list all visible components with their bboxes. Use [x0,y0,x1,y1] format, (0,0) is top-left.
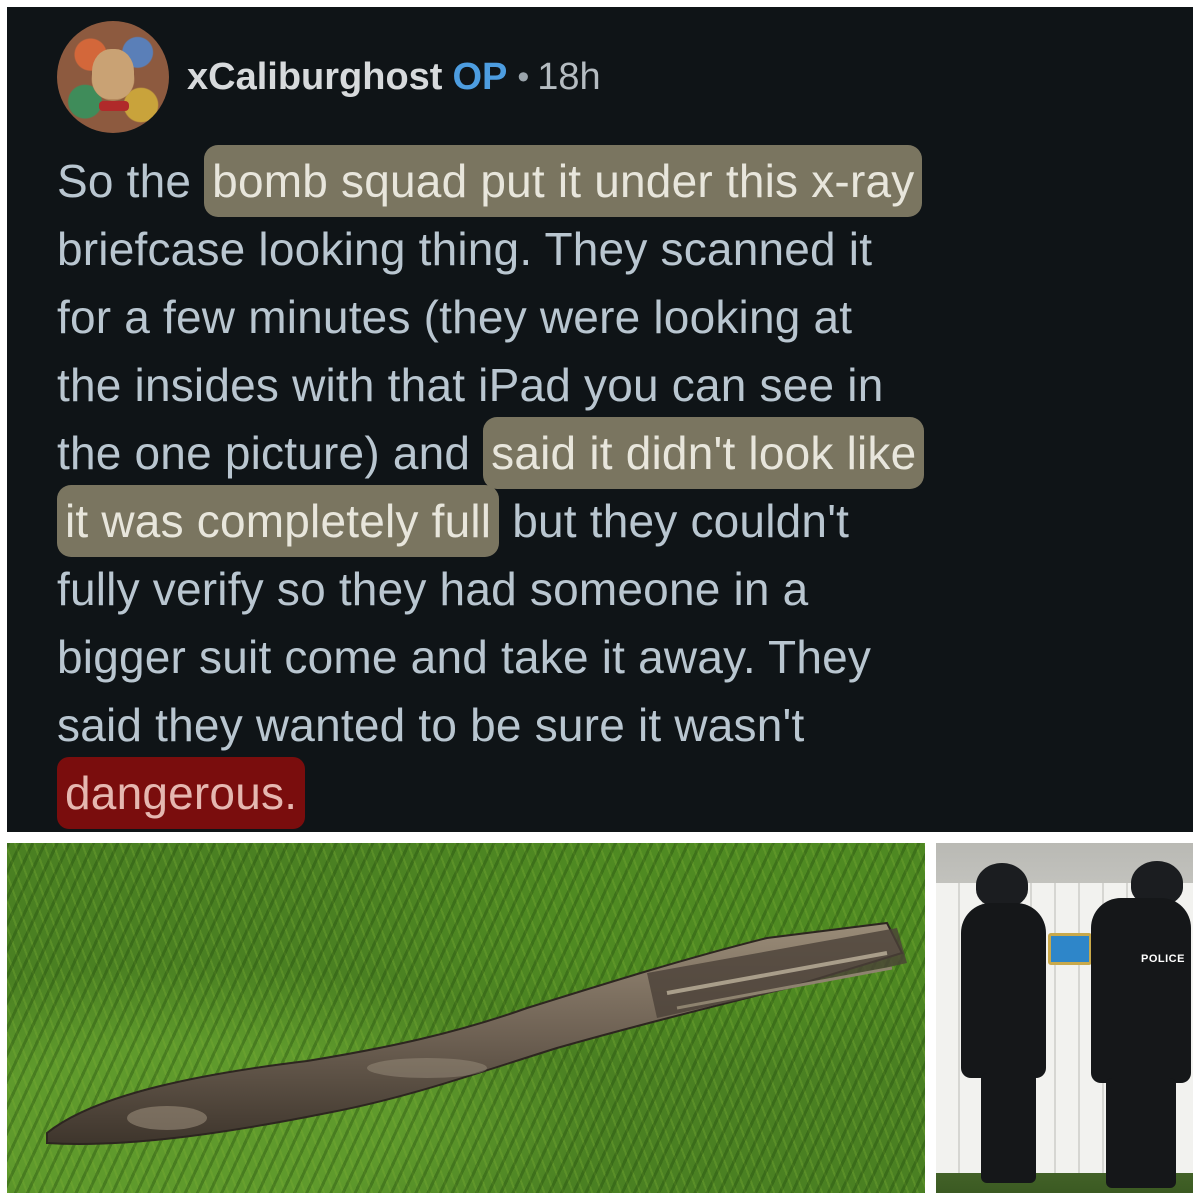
op-badge: OP [452,55,508,98]
highlighted-text: bomb squad put it under this x-ray [204,145,923,217]
officer-helmet-left [976,863,1028,907]
comment-timestamp[interactable]: 18h [537,56,600,99]
comment-text: bigger suit come and take it away. They [57,631,872,683]
comment-text: but they couldn't [499,495,850,547]
officer-left-legs [981,1073,1036,1183]
highlighted-text: said it didn't look like [483,417,925,489]
officer-left [961,903,1046,1078]
comment-line: it was completely full but they couldn't [57,485,1167,557]
highlighted-text-red: dangerous. [57,757,306,829]
comment-line: for a few minutes (they were looking at [57,283,1167,351]
police-label: POLICE [1141,953,1185,965]
comment-line: briefcase looking thing. They scanned it [57,215,1167,283]
comment-line: So the bomb squad put it under this x-ra… [57,145,1167,217]
comment-body: So the bomb squad put it under this x-ra… [57,145,1167,829]
officer-right [1091,898,1191,1083]
tablet-device [1048,933,1092,965]
comment-line: said they wanted to be sure it wasn't [57,691,1167,759]
rusted-rocket-shape [46,921,907,1145]
comment-text: the one picture) and [57,427,484,479]
avatar-bow-shape [99,101,129,111]
comment-text: the insides with that iPad you can see i… [57,359,884,411]
highlighted-text: it was completely full [57,485,500,557]
comment-line: bigger suit come and take it away. They [57,623,1167,691]
officer-right-legs [1106,1078,1176,1188]
photo-rocket-in-grass[interactable] [7,843,925,1193]
user-avatar[interactable] [57,21,169,133]
separator-dot: • [517,57,530,96]
comment-line: the insides with that iPad you can see i… [57,351,1167,419]
photo-police-officers[interactable]: POLICE [936,843,1193,1193]
comment-header: xCaliburghost OP • 18h [57,21,601,133]
comment-panel: xCaliburghost OP • 18h So the bomb squad… [7,7,1193,832]
comment-text: briefcase looking thing. They scanned it [57,223,873,275]
comment-line: dangerous. [57,757,1167,829]
avatar-cat-shape [92,49,134,99]
comment-line: fully verify so they had someone in a [57,555,1167,623]
username-link[interactable]: xCaliburghost [187,56,442,99]
comment-line: the one picture) and said it didn't look… [57,417,1167,489]
comment-text: So the [57,155,205,207]
comment-text: said they wanted to be sure it wasn't [57,699,805,751]
comment-text: fully verify so they had someone in a [57,563,809,615]
comment-text: for a few minutes (they were looking at [57,291,853,343]
